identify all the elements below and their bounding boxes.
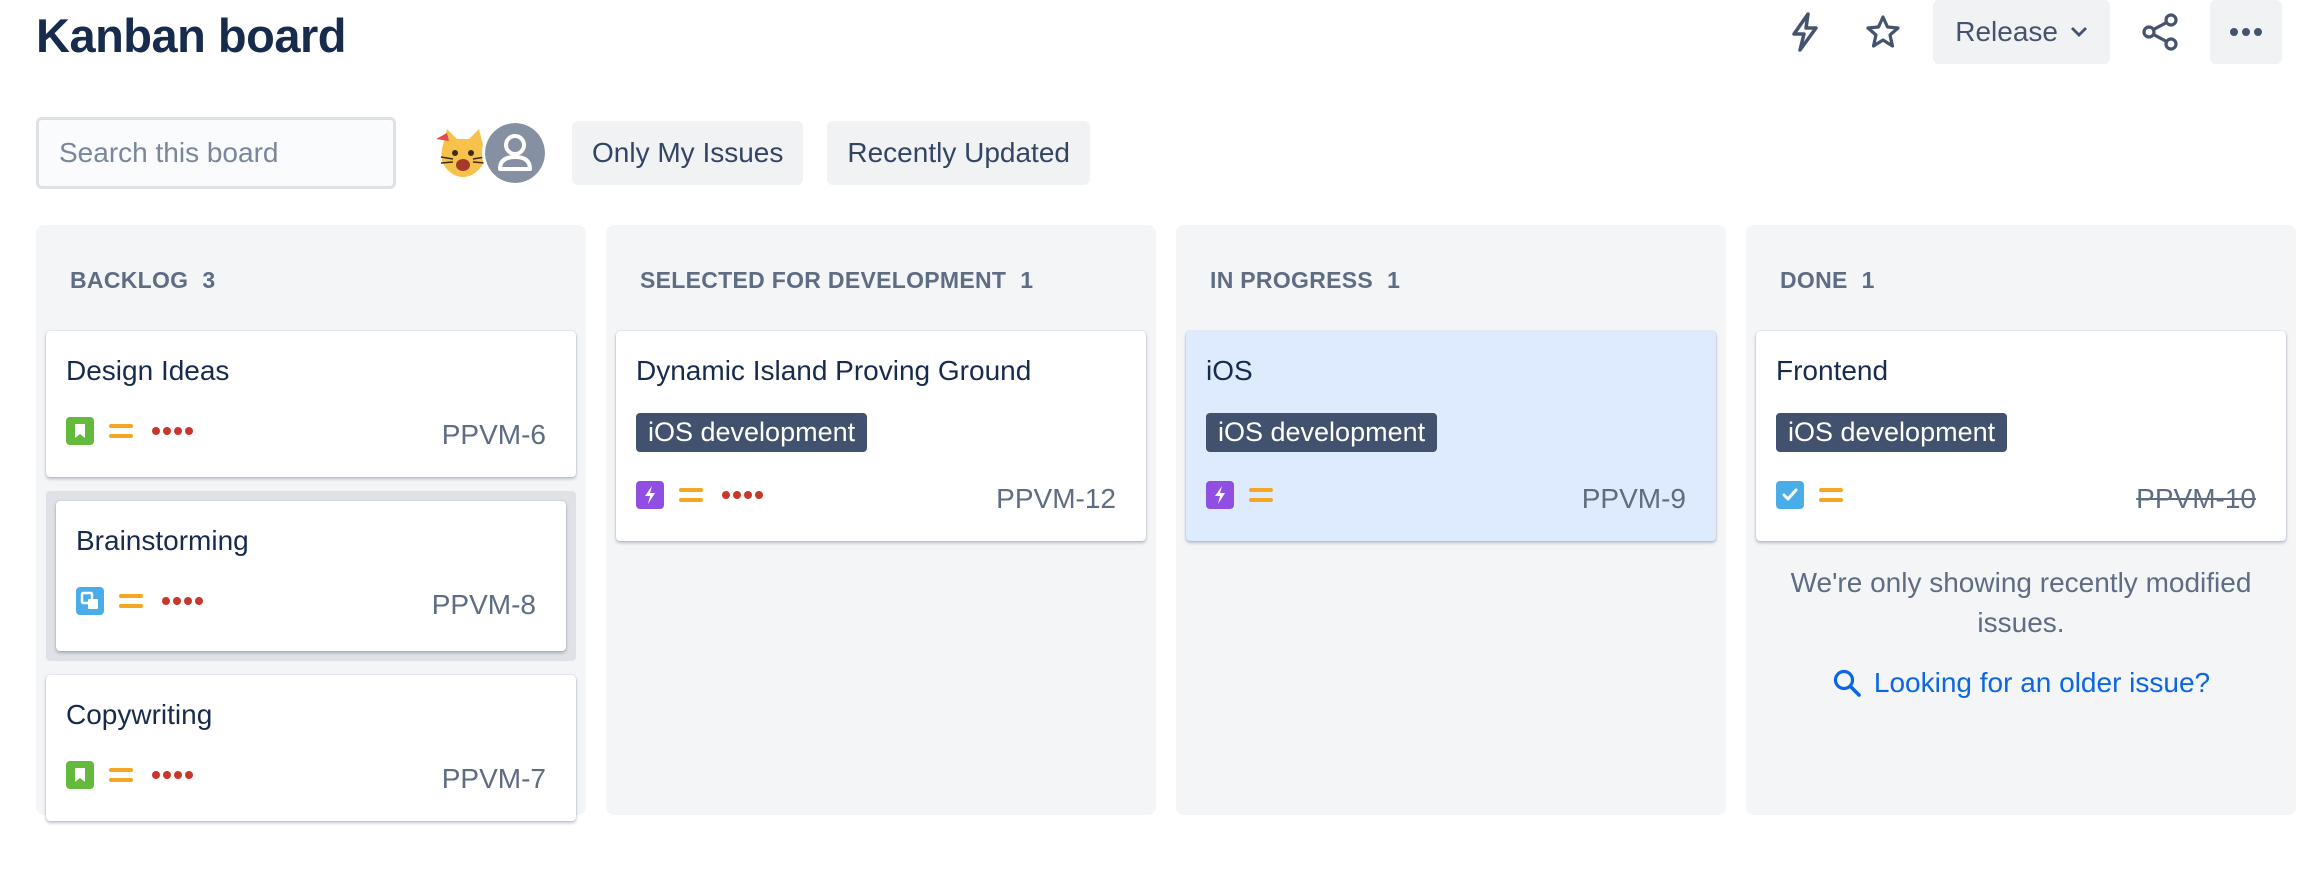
issue-key: PPVM-9	[1581, 483, 1686, 514]
older-issue-link[interactable]: Looking for an older issue?	[1746, 667, 2296, 699]
column-header: SELECTED FOR DEVELOPMENT 1	[640, 267, 1033, 294]
kanban-board: BACKLOG 3 Design Ideas PPVM-6 Brainstorm…	[36, 225, 2296, 821]
card-meta	[66, 417, 193, 445]
chevron-down-icon	[2071, 27, 2087, 37]
issue-key: PPVM-6	[441, 419, 546, 450]
board-toolbar: Only My Issues Recently Updated	[36, 114, 1090, 192]
epic-icon	[636, 481, 664, 509]
priority-dots-icon	[162, 597, 203, 605]
card-meta	[1206, 481, 1274, 509]
user-avatar-icon	[485, 123, 545, 183]
issue-key: PPVM-7	[441, 763, 546, 794]
page-title: Kanban board	[36, 9, 346, 62]
card-title: Copywriting	[66, 699, 213, 730]
column-header: IN PROGRESS 1	[1210, 267, 1400, 294]
issue-card[interactable]: Design Ideas PPVM-6	[46, 331, 576, 477]
avatar-unassigned[interactable]	[482, 120, 548, 186]
avatar-group	[430, 120, 548, 186]
card-list: Dynamic Island Proving Ground iOS develo…	[616, 331, 1146, 555]
automation-button[interactable]	[1777, 4, 1833, 60]
subtask-icon	[76, 587, 104, 615]
priority-dots-icon	[722, 491, 763, 499]
issue-key: PPVM-10	[2136, 483, 2256, 514]
lightning-bolt-icon	[1792, 12, 1819, 52]
column-name: IN PROGRESS	[1210, 267, 1374, 293]
issue-card[interactable]: Copywriting PPVM-7	[46, 675, 576, 821]
epic-icon	[1206, 481, 1234, 509]
search-icon	[1833, 669, 1861, 697]
column-count: 1	[1387, 267, 1401, 293]
card-list: Frontend iOS development PPVM-10	[1756, 331, 2286, 555]
card-meta	[636, 481, 763, 509]
issue-card[interactable]: iOS iOS development PPVM-9	[1186, 331, 1716, 541]
card-meta	[76, 587, 203, 615]
column-header: BACKLOG 3	[70, 267, 215, 294]
release-button[interactable]: Release	[1933, 0, 2110, 64]
card-title: iOS	[1206, 355, 1253, 386]
story-icon	[66, 761, 94, 789]
search-input[interactable]	[57, 136, 422, 170]
epic-label: iOS development	[636, 413, 868, 452]
column-count: 3	[202, 267, 216, 293]
filter-only-my-issues[interactable]: Only My Issues	[572, 121, 804, 185]
column-backlog: BACKLOG 3 Design Ideas PPVM-6 Brainstorm…	[36, 225, 586, 821]
search-box[interactable]	[36, 117, 422, 189]
filter-recently-updated[interactable]: Recently Updated	[827, 121, 1090, 185]
older-issue-link-label: Looking for an older issue?	[1873, 667, 2211, 698]
priority-medium-icon	[109, 424, 133, 438]
header-actions: Release	[1777, 0, 2282, 64]
issue-card[interactable]: Frontend iOS development PPVM-10	[1756, 331, 2286, 541]
card-title: Dynamic Island Proving Ground	[636, 355, 1032, 386]
card-title: Frontend	[1776, 355, 1889, 386]
epic-label: iOS development	[1776, 413, 2008, 452]
issue-card[interactable]: Brainstorming PPVM-8	[56, 501, 566, 651]
column-count: 1	[1020, 267, 1034, 293]
priority-medium-icon	[119, 594, 143, 608]
star-icon	[1866, 15, 1900, 48]
column-done: DONE 1 Frontend iOS development PPVM-10 …	[1746, 225, 2296, 815]
task-checkbox-icon	[1776, 481, 1804, 509]
star-button[interactable]	[1855, 4, 1911, 60]
issue-key: PPVM-12	[996, 483, 1116, 514]
priority-medium-icon	[679, 488, 703, 502]
card-drag-wrapper: Brainstorming PPVM-8	[46, 491, 576, 661]
column-in-progress: IN PROGRESS 1 iOS iOS development PPVM-9	[1176, 225, 1726, 815]
priority-medium-icon	[1249, 488, 1273, 502]
epic-label: iOS development	[1206, 413, 1438, 452]
priority-medium-icon	[1819, 488, 1843, 502]
story-icon	[66, 417, 94, 445]
more-actions-button[interactable]	[2210, 0, 2282, 64]
priority-dots-icon	[152, 427, 193, 435]
issue-card[interactable]: Dynamic Island Proving Ground iOS develo…	[616, 331, 1146, 541]
release-label: Release	[1955, 16, 2058, 47]
more-horizontal-icon	[2230, 28, 2262, 36]
share-button[interactable]	[2132, 4, 2188, 60]
recently-modified-note: We're only showing recently modified iss…	[1790, 567, 2252, 638]
share-icon	[2142, 13, 2178, 51]
column-name: BACKLOG	[70, 267, 189, 293]
priority-medium-icon	[109, 768, 133, 782]
card-meta	[1776, 481, 1844, 509]
issue-key: PPVM-8	[431, 589, 536, 620]
priority-dots-icon	[152, 771, 193, 779]
column-count: 1	[1861, 267, 1875, 293]
card-list: iOS iOS development PPVM-9	[1186, 331, 1716, 555]
card-title: Design Ideas	[66, 355, 230, 386]
card-title: Brainstorming	[76, 525, 249, 556]
column-selected-for-development: SELECTED FOR DEVELOPMENT 1 Dynamic Islan…	[606, 225, 1156, 815]
card-list: Design Ideas PPVM-6 Brainstorming PPVM-8…	[46, 331, 576, 835]
card-meta	[66, 761, 193, 789]
column-name: SELECTED FOR DEVELOPMENT	[640, 267, 1007, 293]
column-header: DONE 1	[1780, 267, 1875, 294]
column-name: DONE	[1780, 267, 1848, 293]
